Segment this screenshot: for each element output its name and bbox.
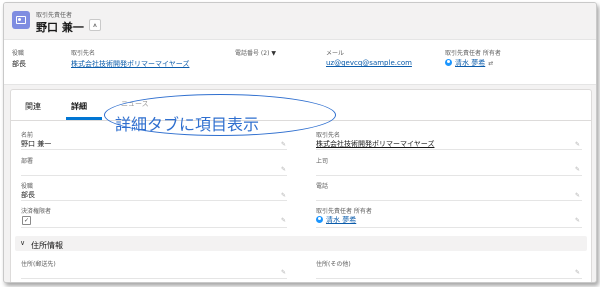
change-owner-icon[interactable]: ⇄ [488,60,493,67]
edit-pencil-icon[interactable]: ✎ [281,270,287,276]
edit-pencil-icon[interactable]: ✎ [281,167,287,173]
field-label-title: 役職 [21,183,34,190]
field-owner-link[interactable]: 清水 夢希 [326,216,356,224]
field-label-name: 名前 [21,132,34,139]
field-divider [21,227,287,228]
field-label-other-address: 住所(その他) [316,261,351,268]
field-value-name: 野口 兼一 [21,140,52,148]
user-avatar-icon [445,59,452,66]
field-divider [316,200,582,201]
field-label-phone: 電話 [316,183,329,190]
field-label-department: 部署 [21,158,34,165]
hierarchy-icon[interactable]: ⩚ [89,19,101,31]
decision-maker-checkbox[interactable]: ✓ [22,216,31,225]
edit-pencil-icon[interactable]: ✎ [575,218,581,224]
section-title-address: 住所情報 [31,241,63,250]
annotation-text: 詳細タブに項目表示 [115,115,260,134]
tab-details[interactable]: 詳細 [71,101,87,112]
highlight-label-owner: 取引先責任者 所有者 [445,50,501,57]
field-divider [316,175,582,176]
edit-pencil-icon[interactable]: ✎ [281,193,287,199]
record-page: 取引先責任者 野口 兼一 ⩚ 役職 部長 取引先名 株式会社技術開発ポリマーマイ… [3,2,597,283]
highlight-value-title: 部長 [12,60,26,68]
user-avatar-icon [316,216,323,223]
field-divider [21,278,287,279]
record-header: 取引先責任者 野口 兼一 ⩚ [4,3,596,37]
record-name: 野口 兼一 [36,21,84,34]
field-label-owner: 取引先責任者 所有者 [316,208,372,215]
field-label-mailing-address: 住所(郵送先) [21,261,56,268]
field-divider [316,149,582,150]
field-label-decision-maker: 決済権限者 [21,208,52,215]
highlight-owner: 清水 夢希 ⇄ [445,58,493,68]
field-label-manager: 上司 [316,158,329,165]
chevron-down-icon[interactable]: ▼ [271,50,276,57]
field-divider [21,175,287,176]
field-divider [21,149,287,150]
record-detail-card: 関連 詳細 ニュース 詳細タブに項目表示 名前 野口 兼一 ✎ 部署 ✎ 役職 … [10,89,592,282]
highlight-owner-link[interactable]: 清水 夢希 [455,59,485,67]
section-header-address[interactable] [15,236,587,251]
field-value-title: 部長 [21,191,35,199]
field-divider [316,227,582,228]
phone-label-text: 電話番号 (2) [235,50,270,57]
highlights-panel: 役職 部長 取引先名 株式会社技術開発ポリマーマイヤーズ 電話番号 (2) ▼ メ… [4,39,596,85]
field-divider [316,278,582,279]
object-label: 取引先責任者 [36,12,73,19]
edit-pencil-icon[interactable]: ✎ [575,167,581,173]
highlight-label-title: 役職 [12,50,25,57]
contact-icon [12,11,30,29]
active-tab-indicator [66,117,102,120]
highlight-label-account: 取引先名 [71,50,96,57]
edit-pencil-icon[interactable]: ✎ [281,142,287,148]
field-account-link[interactable]: 株式会社技術開発ポリマーマイヤーズ [316,139,434,149]
field-label-account: 取引先名 [316,132,341,139]
edit-pencil-icon[interactable]: ✎ [575,142,581,148]
chevron-down-icon[interactable]: ∨ [20,239,25,247]
edit-pencil-icon[interactable]: ✎ [575,270,581,276]
edit-pencil-icon[interactable]: ✎ [281,218,287,224]
tab-related[interactable]: 関連 [25,101,41,112]
highlight-label-email: メール [326,50,345,57]
highlight-label-phone[interactable]: 電話番号 (2) ▼ [235,48,276,57]
edit-pencil-icon[interactable]: ✎ [575,193,581,199]
highlight-email-link[interactable]: uz@gevcq@sample.com [326,59,412,67]
highlight-account-link[interactable]: 株式会社技術開発ポリマーマイヤーズ [71,59,189,69]
field-owner: 清水 夢希 [316,215,356,225]
field-divider [21,200,287,201]
